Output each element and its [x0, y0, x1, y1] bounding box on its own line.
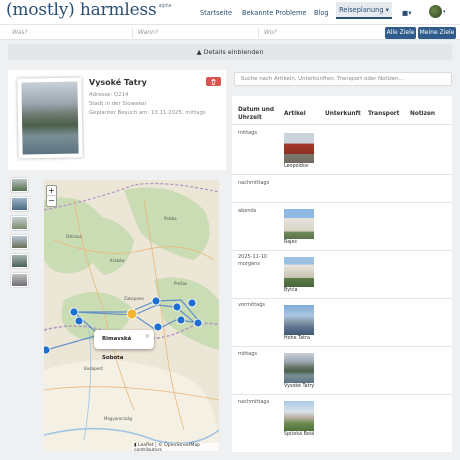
table-row-time: mittags — [238, 351, 258, 357]
row-divider — [232, 346, 452, 347]
thumbnail-image[interactable] — [11, 273, 28, 287]
svg-text:Magyarország: Magyarország — [104, 416, 133, 421]
article-image[interactable] — [284, 209, 314, 239]
chevron-down-icon[interactable]: ▾ — [443, 9, 446, 15]
zoom-out-button[interactable]: − — [47, 196, 56, 206]
divider — [258, 28, 259, 38]
row-divider — [232, 298, 452, 299]
alpha-badge: alpha — [158, 3, 172, 9]
table-row-time: nachmittags — [238, 180, 270, 186]
nav-reiseplanung[interactable]: Reiseplanung ▾ — [336, 2, 392, 19]
place-photo — [21, 81, 79, 155]
column-header-transport: Transport — [368, 111, 400, 117]
was-input[interactable]: Was? — [8, 27, 128, 38]
trash-icon — [211, 78, 216, 85]
wann-input[interactable]: Wann? — [134, 27, 254, 38]
chat-menu[interactable]: ■▾ — [402, 9, 412, 17]
table-row-time: nachmittags — [238, 399, 270, 405]
article-label[interactable]: Vysoké Tatry — [284, 384, 324, 389]
thumbnail-image[interactable] — [11, 254, 28, 268]
delete-button[interactable] — [206, 77, 221, 86]
place-title: Vysoké Tatry — [89, 78, 147, 87]
place-photo-frame — [17, 77, 83, 159]
divider — [132, 28, 133, 38]
article-image[interactable] — [284, 401, 314, 431]
place-type: Stadt in der Slowakei — [89, 101, 147, 107]
nav-blog[interactable]: Blog — [314, 9, 329, 17]
svg-text:Prešov: Prešov — [174, 281, 188, 286]
all-destinations-button[interactable]: Alle Ziele — [385, 27, 416, 39]
row-divider — [232, 202, 452, 203]
article-label[interactable]: Spišská Belá — [284, 432, 324, 437]
chevron-down-icon: ▾ — [408, 9, 412, 17]
map-attribution[interactable]: ▮ Leaflet | © OpenStreetMap contributors — [132, 443, 219, 451]
thumbnail-image[interactable] — [11, 178, 28, 192]
place-address: Adresse: Q214 — [89, 92, 129, 98]
column-header-article: Artikel — [284, 111, 306, 117]
svg-text:Polska: Polska — [164, 216, 177, 221]
search-input[interactable]: Suche nach Artikeln, Unterkünften, Trans… — [234, 72, 452, 86]
article-label[interactable]: Hohe Tatra — [284, 336, 324, 341]
zoom-control: + − — [46, 185, 57, 207]
table-row-time: vormittags — [238, 302, 266, 308]
table-row-time: 2025-11-10 morgens — [238, 254, 268, 267]
row-divider — [232, 394, 452, 395]
map-canvas: Kraków Ostrava Zakopane Magyarország Pol… — [44, 180, 219, 451]
article-label[interactable]: Leopoldov — [284, 164, 324, 169]
place-planned-visit: Geplanter Besuch am: 10.11.2025, mittags — [89, 110, 206, 116]
zoom-in-button[interactable]: + — [47, 186, 56, 196]
column-header-notes: Notizen — [410, 111, 436, 117]
article-label[interactable]: Bytča — [284, 288, 324, 293]
itinerary-table: Datum und Uhrzeit Artikel Unterkunft Tra… — [232, 96, 452, 452]
top-navbar: (mostly) harmless alpha Startseite Bekann… — [0, 0, 460, 24]
table-row-time: abends — [238, 208, 257, 214]
nav-bekannte-probleme[interactable]: Bekannte Probleme — [242, 9, 306, 17]
close-icon[interactable]: × — [145, 333, 150, 340]
wo-input[interactable]: Wo? — [260, 27, 380, 38]
article-image[interactable] — [284, 133, 314, 163]
details-toggle-button[interactable]: ▲ Details einblenden — [8, 44, 452, 60]
site-logo[interactable]: (mostly) harmless alpha — [6, 0, 172, 20]
place-info-card: Vysoké Tatry Adresse: Q214 Stadt in der … — [8, 70, 226, 170]
row-divider — [232, 174, 452, 175]
svg-text:Zakopane: Zakopane — [124, 296, 144, 301]
article-image[interactable] — [284, 353, 314, 383]
column-header-accommodation: Unterkunft — [325, 111, 361, 117]
svg-text:Kraków: Kraków — [110, 258, 125, 263]
thumbnail-image[interactable] — [11, 216, 28, 230]
thumbnail-image[interactable] — [11, 197, 28, 211]
thumbnail-image[interactable] — [11, 235, 28, 249]
row-divider — [232, 124, 452, 125]
nav-startseite[interactable]: Startseite — [200, 9, 232, 17]
article-image[interactable] — [284, 305, 314, 335]
filter-bar: Was? Wann? Wo? Alle Ziele Meine Ziele — [0, 24, 460, 40]
article-image[interactable] — [284, 257, 314, 287]
row-divider — [232, 250, 452, 251]
svg-text:Budapest: Budapest — [84, 366, 103, 371]
article-label[interactable]: Rajec — [284, 240, 324, 245]
avatar[interactable] — [429, 5, 442, 18]
svg-text:Ostrava: Ostrava — [66, 234, 82, 239]
table-row-time: mittags — [238, 130, 258, 136]
my-destinations-button[interactable]: Meine Ziele — [418, 27, 456, 39]
column-header-date: Datum und Uhrzeit — [238, 107, 275, 121]
route-map[interactable]: Kraków Ostrava Zakopane Magyarország Pol… — [44, 180, 219, 451]
